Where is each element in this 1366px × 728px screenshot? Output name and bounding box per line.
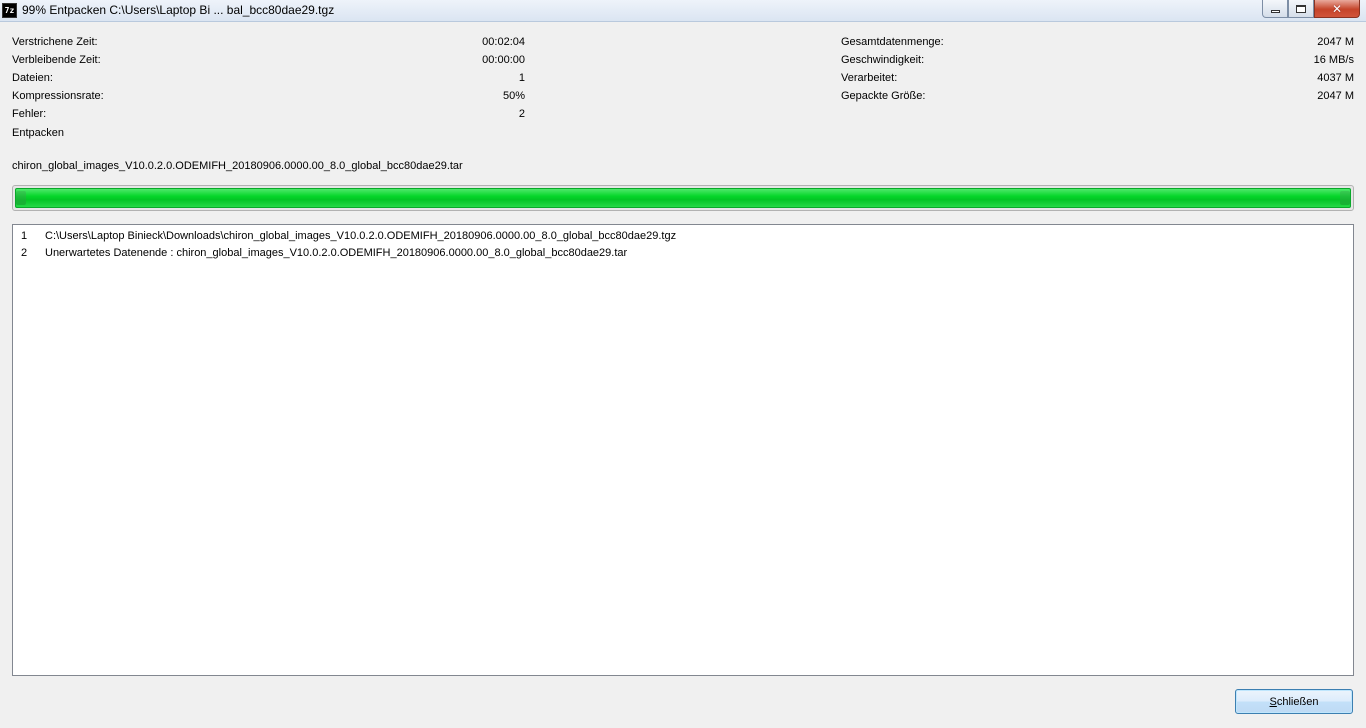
progress-bar [12, 185, 1354, 211]
close-button-accel-letter: S [1269, 695, 1277, 708]
maximize-icon [1296, 4, 1306, 13]
message-number: 2 [21, 247, 28, 259]
remaining-time-value: 00:00:00 [482, 54, 525, 66]
errors-value: 2 [518, 108, 525, 120]
window-title: 99% Entpacken C:\Users\Laptop Bi ... bal… [22, 3, 335, 17]
processed-value: 4037 M [1317, 72, 1354, 84]
elapsed-time-label: Verstrichene Zeit: [12, 36, 98, 48]
minimize-button[interactable] [1262, 0, 1288, 18]
compression-ratio-value: 50% [502, 90, 525, 102]
processed-label: Verarbeitet: [841, 72, 898, 84]
current-file-name: chiron_global_images_V10.0.2.0.ODEMIFH_2… [12, 160, 463, 172]
title-bar[interactable]: 7z 99% Entpacken C:\Users\Laptop Bi ... … [0, 0, 1366, 22]
window-close-button[interactable]: ✕ [1314, 0, 1360, 18]
packed-size-label: Gepackte Größe: [841, 90, 926, 102]
close-button-label: chließen [1276, 695, 1319, 708]
speed-label: Geschwindigkeit: [841, 54, 925, 66]
total-size-label: Gesamtdatenmenge: [841, 36, 944, 48]
remaining-time-label: Verbleibende Zeit: [12, 54, 101, 66]
errors-label: Fehler: [12, 108, 47, 120]
message-text: Unerwartetes Datenende : chiron_global_i… [45, 247, 628, 259]
files-value: 1 [518, 72, 525, 84]
close-icon: ✕ [1331, 1, 1343, 16]
elapsed-time-value: 00:02:04 [482, 36, 525, 48]
message-number: 1 [21, 230, 28, 242]
7zip-app-icon: 7z [2, 3, 17, 18]
maximize-button[interactable] [1288, 0, 1314, 18]
close-dialog-button[interactable]: Schließen [1235, 689, 1353, 714]
total-size-value: 2047 M [1317, 36, 1354, 48]
packed-size-value: 2047 M [1317, 90, 1354, 102]
progress-bar-fill [15, 188, 1351, 208]
message-list[interactable]: 1 C:\Users\Laptop Binieck\Downloads\chir… [12, 224, 1354, 676]
speed-value: 16 MB/s [1313, 54, 1354, 66]
message-text: C:\Users\Laptop Binieck\Downloads\chiron… [45, 230, 677, 242]
compression-ratio-label: Kompressionsrate: [12, 90, 104, 102]
minimize-icon [1270, 10, 1280, 13]
operation-status: Entpacken [12, 127, 64, 139]
files-label: Dateien: [12, 72, 53, 84]
